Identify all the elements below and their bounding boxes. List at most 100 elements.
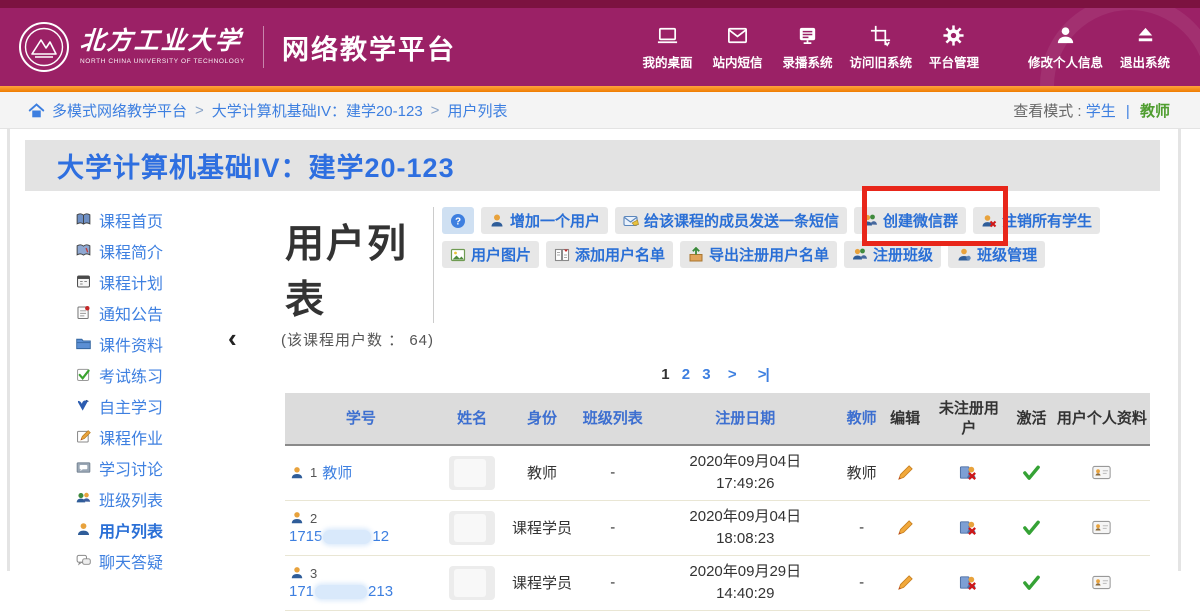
student-id-link[interactable]: 171512 [289,528,435,545]
breadcrumb-separator: > [195,102,204,119]
nav-site-messages[interactable]: 站内短信 [702,24,772,71]
col-profile: 用户个人资料 [1054,393,1150,445]
col-reg-date[interactable]: 注册日期 [649,393,841,445]
gear-icon [942,24,965,47]
page-3[interactable]: 3 [702,366,710,383]
send-message-button[interactable]: 给该课程的成员发送一条短信 [615,207,847,234]
unregister-user-button[interactable] [959,518,978,537]
redacted-name [449,456,495,490]
picture-icon [450,247,466,263]
redacted-id-segment [315,585,367,599]
col-edit: 编辑 [882,393,929,445]
last-page-arrow[interactable]: >| [758,366,769,383]
sidebar-item-course-home[interactable]: 课程首页 [75,204,275,235]
help-icon: ? [450,213,466,229]
logout-icon [1134,24,1157,47]
table-row: 1 教师 教师 - 2020年09月04日17:49:26 教师 [285,445,1150,500]
activate-button[interactable] [1022,573,1041,592]
home-icon[interactable] [28,102,45,119]
page-2[interactable]: 2 [682,366,690,383]
university-name-cn: 北方工业大学 [79,29,246,54]
sidebar-item-course-materials[interactable]: 课件资料 [75,328,275,359]
col-name[interactable]: 姓名 [437,393,508,445]
view-mode-student[interactable]: 学生 [1086,103,1116,120]
create-wechat-group-button[interactable]: 创建微信群 [854,207,966,234]
nav-legacy-system[interactable]: 访问旧系统 [842,24,919,71]
edit-button[interactable] [896,463,915,482]
check-icon [1022,573,1041,592]
sidebar-item-course-intro[interactable]: 课程简介 [75,235,275,266]
discussion-icon [75,459,92,476]
person-icon [75,521,92,538]
check-icon [1022,463,1041,482]
col-teacher[interactable]: 教师 [841,393,881,445]
sidebar-item-discussions[interactable]: 学习讨论 [75,452,275,483]
help-button[interactable]: ? [442,207,474,234]
sidebar-item-exam-practice[interactable]: 考试练习 [75,359,275,390]
user-pictures-button[interactable]: 用户图片 [442,241,539,268]
view-mode: 查看模式 : 学生 | 教师 [1013,100,1170,121]
breadcrumb-platform[interactable]: 多模式网络教学平台 [52,100,187,121]
profile-card-button[interactable] [1092,518,1111,537]
app-header: 北方工业大学 NORTH CHINA UNIVERSITY OF TECHNOL… [0,0,1200,92]
add-roster-button[interactable]: 添加用户名单 [546,241,673,268]
user-link[interactable]: 教师 [322,462,352,483]
edit-button[interactable] [896,573,915,592]
col-student-id[interactable]: 学号 [285,393,437,445]
sidebar-item-course-plan[interactable]: 课程计划 [75,266,275,297]
sidebar-item-chat-qa[interactable]: 聊天答疑 [75,545,275,576]
check-icon [1022,518,1041,537]
student-id-link[interactable]: 171213 [289,583,435,600]
university-logo: 北方工业大学 NORTH CHINA UNIVERSITY OF TECHNOL… [18,21,245,73]
nav-platform-admin[interactable]: 平台管理 [919,24,989,71]
nav-my-desktop[interactable]: 我的桌面 [632,24,702,71]
group-icon [75,490,92,507]
breadcrumb-course[interactable]: 大学计算机基础IV：建学20-123 [212,100,423,121]
sidebar-item-announcements[interactable]: 通知公告 [75,297,275,328]
page-title: 用户列表 [285,205,433,325]
activate-button[interactable] [1022,518,1041,537]
unregister-user-button[interactable] [959,463,978,482]
row-number: 3 [310,566,317,581]
user-count: (该课程用户数 ： 64) [281,329,1160,350]
mail-icon [726,24,749,47]
svg-text:?: ? [455,216,461,227]
next-page-arrow[interactable]: > [728,366,736,383]
nav-edit-profile[interactable]: 修改个人信息 [1021,24,1110,71]
view-mode-teacher[interactable]: 教师 [1140,103,1170,120]
content-area: 大学计算机基础IV：建学20-123 课程首页 课程简介 课程计划 通知公告 [25,140,1160,611]
col-class-list[interactable]: 班级列表 [576,393,649,445]
unregister-user-icon [959,518,978,537]
edit-button[interactable] [896,518,915,537]
export-icon [688,247,704,263]
col-unregistered: 未注册用户 [928,393,1009,445]
pencil-icon [896,463,915,482]
class-management-button[interactable]: 班级管理 [948,241,1045,268]
check-box-icon [75,366,92,383]
unregister-all-students-button[interactable]: 注销所有学生 [973,207,1100,234]
nav-logout[interactable]: 退出系统 [1110,24,1180,71]
user-list-panel: 用户列表 ? 增加一个用户 给该课程的成员发送一条短信 [275,191,1160,611]
unregister-user-button[interactable] [959,573,978,592]
page-right-edge [1178,129,1181,571]
sidebar-item-class-list[interactable]: 班级列表 [75,483,275,514]
col-identity[interactable]: 身份 [508,393,577,445]
add-user-icon [489,213,505,229]
teacher-cell: 教师 [841,445,881,500]
sidebar-item-user-list[interactable]: 用户列表 [75,514,275,545]
profile-card-button[interactable] [1092,463,1111,482]
sidebar-collapse-handle[interactable]: ‹ [228,325,237,351]
breadcrumb-user-list[interactable]: 用户列表 [447,100,507,121]
unregister-all-icon [981,213,997,229]
register-class-icon [852,247,868,263]
profile-card-icon [1092,518,1111,537]
nav-recording-system[interactable]: 录播系统 [772,24,842,71]
export-roster-button[interactable]: 导出注册用户名单 [680,241,837,268]
sidebar-item-self-study[interactable]: 自主学习 [75,390,275,421]
activate-button[interactable] [1022,463,1041,482]
add-user-button[interactable]: 增加一个用户 [481,207,608,234]
breadcrumb: 多模式网络教学平台 > 大学计算机基础IV：建学20-123 > 用户列表 查看… [0,92,1200,129]
sidebar-item-assignments[interactable]: 课程作业 [75,421,275,452]
profile-card-button[interactable] [1092,573,1111,592]
register-class-button[interactable]: 注册班级 [844,241,941,268]
